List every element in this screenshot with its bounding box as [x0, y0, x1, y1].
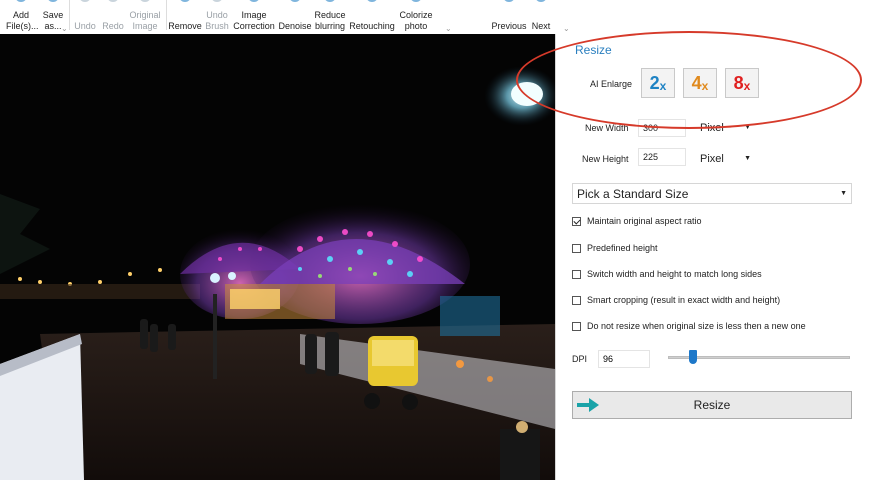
- checkbox-icon[interactable]: [572, 243, 581, 253]
- night-promenade-image: [0, 34, 555, 480]
- checkbox-icon[interactable]: [572, 295, 581, 305]
- width-unit-select[interactable]: Pixel ▼: [697, 119, 755, 137]
- ai-enlarge-label: AI Enlarge: [590, 79, 633, 89]
- dpi-label: DPI: [572, 354, 588, 364]
- image-correction-icon: [248, 0, 260, 2]
- photo-preview[interactable]: [0, 34, 555, 480]
- height-unit-select[interactable]: Pixel ▼: [697, 150, 755, 168]
- retouching-button[interactable]: Retouching: [348, 0, 396, 34]
- dpi-slider-thumb[interactable]: [689, 350, 697, 364]
- toolbar-group-marker: ⌄: [61, 24, 68, 33]
- chevron-down-icon: ▼: [744, 124, 751, 131]
- redo-button[interactable]: Redo: [100, 0, 126, 34]
- enlarge-4x-button[interactable]: 4x: [683, 68, 717, 98]
- toolbar-group-marker: ⌄: [563, 24, 570, 33]
- panel-header-area: [555, 0, 880, 34]
- new-width-label: New Width: [585, 123, 629, 133]
- checkbox-icon[interactable]: [572, 269, 581, 279]
- remove-icon: [179, 0, 191, 2]
- chevron-down-icon: ▼: [744, 155, 751, 162]
- next-icon: [535, 0, 547, 2]
- add-files-button[interactable]: Add File(s)...: [6, 0, 39, 34]
- next-button[interactable]: Next: [530, 0, 552, 34]
- redo-icon: [107, 0, 119, 2]
- enlarge-8x-button[interactable]: 8x: [725, 68, 759, 98]
- undo-icon: [79, 0, 91, 2]
- chevron-down-icon: ▼: [840, 190, 847, 197]
- new-height-field[interactable]: [638, 148, 686, 166]
- denoise-button[interactable]: Denoise: [277, 0, 313, 34]
- add-file-icon: [15, 0, 27, 2]
- toolbar-divider: [69, 0, 70, 30]
- save-icon: [47, 0, 59, 2]
- brush-icon: [211, 0, 223, 2]
- toolbar-divider: [166, 0, 167, 30]
- resize-button[interactable]: Resize: [572, 391, 852, 419]
- denoise-icon: [289, 0, 301, 2]
- undo-brush-button[interactable]: Undo Brush: [204, 0, 230, 34]
- toolbar-group-marker: ⌄: [445, 24, 452, 33]
- colorize-icon: [410, 0, 422, 2]
- resize-section-title: Resize: [575, 43, 612, 57]
- arrow-right-icon: [577, 398, 599, 412]
- colorize-photo-button[interactable]: Colorize photo: [397, 0, 435, 34]
- new-width-field[interactable]: [638, 119, 686, 137]
- remove-button[interactable]: Remove: [168, 0, 202, 34]
- dpi-field[interactable]: [598, 350, 650, 368]
- toolbar: Add File(s)... Save as... ⌄ Undo Redo Or…: [0, 0, 560, 34]
- standard-size-select[interactable]: Pick a Standard Size ▼: [572, 183, 852, 204]
- checkbox-icon[interactable]: [572, 321, 581, 331]
- retouch-icon: [366, 0, 378, 2]
- predefined-height-option[interactable]: Predefined height: [572, 242, 658, 254]
- maintain-aspect-ratio-option[interactable]: Maintain original aspect ratio: [572, 215, 702, 227]
- previous-button[interactable]: Previous: [490, 0, 528, 34]
- new-height-label: New Height: [582, 154, 629, 164]
- undo-button[interactable]: Undo: [72, 0, 98, 34]
- enlarge-2x-button[interactable]: 2x: [641, 68, 675, 98]
- original-image-button[interactable]: Original Image: [127, 0, 163, 34]
- previous-icon: [503, 0, 515, 2]
- blur-icon: [324, 0, 336, 2]
- reduce-blurring-button[interactable]: Reduce blurring: [313, 0, 347, 34]
- do-not-resize-option[interactable]: Do not resize when original size is less…: [572, 320, 806, 332]
- checkbox-icon[interactable]: [572, 216, 581, 226]
- image-correction-button[interactable]: Image Correction: [232, 0, 276, 34]
- smart-cropping-option[interactable]: Smart cropping (result in exact width an…: [572, 294, 780, 306]
- original-image-icon: [139, 0, 151, 2]
- switch-width-height-option[interactable]: Switch width and height to match long si…: [572, 268, 762, 280]
